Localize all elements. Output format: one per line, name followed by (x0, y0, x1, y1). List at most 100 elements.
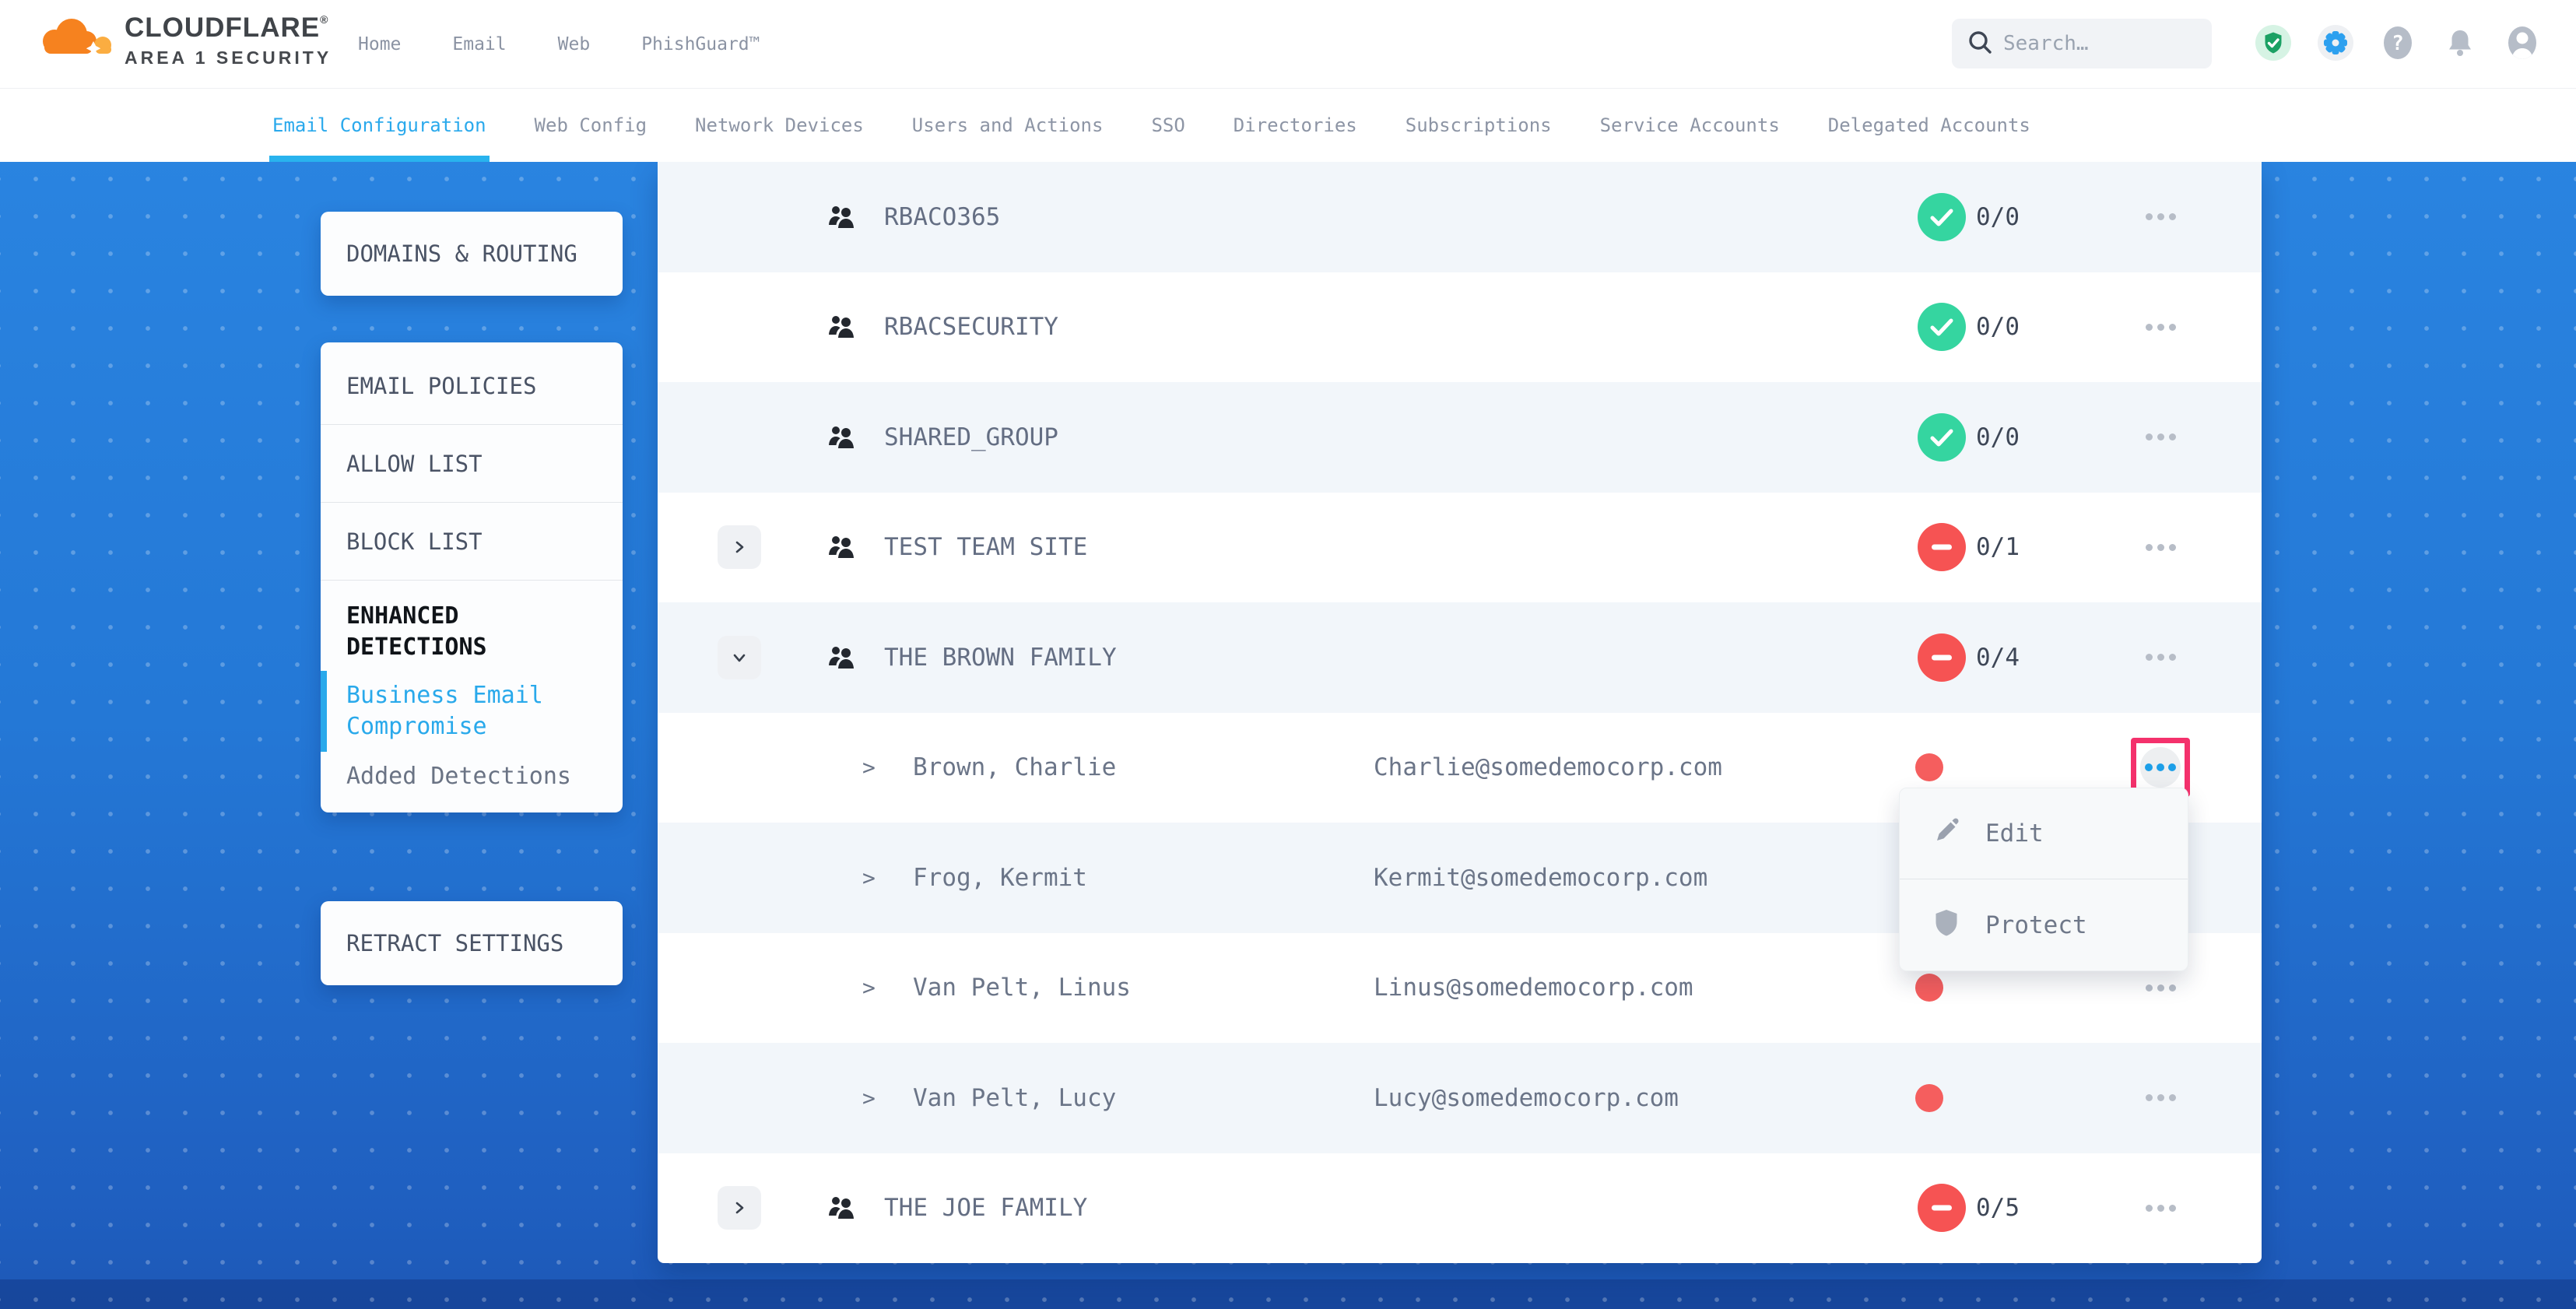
row-actions-button[interactable] (2140, 637, 2181, 678)
groups-table: RBACO365 0/0 RBACSECURITY 0/0 SH (658, 162, 2262, 1263)
group-name: SHARED_GROUP (884, 423, 1058, 451)
member-caret: > (862, 1085, 876, 1111)
row-actions-button[interactable] (2140, 307, 2181, 347)
protected-count: 0/0 (1976, 423, 2020, 451)
group-people-icon (828, 645, 856, 670)
app-header: CLOUDFLARE® AREA 1 SECURITY Home Email W… (0, 0, 2576, 89)
sidebar-item-business-email-compromise[interactable]: Business Email Compromise (321, 671, 623, 752)
tab-web-config[interactable]: Web Config (535, 89, 648, 162)
sidebar-item-retract-settings[interactable]: RETRACT SETTINGS (346, 930, 563, 956)
table-row-group[interactable]: RBACSECURITY 0/0 (658, 272, 2262, 383)
status-protected-icon (1918, 413, 1966, 461)
group-people-icon (828, 1195, 856, 1220)
notifications-bell-icon[interactable] (2442, 25, 2478, 61)
protected-count: 0/0 (1976, 203, 2020, 231)
status-unprotected-icon (1918, 633, 1966, 682)
sidebar-section-enhanced-detections: ENHANCED DETECTIONS (321, 581, 623, 671)
group-name: RBACSECURITY (884, 313, 1058, 341)
collapse-group-button[interactable] (718, 636, 761, 679)
group-people-icon (828, 535, 856, 560)
member-name: Frog, Kermit (913, 864, 1087, 892)
brand-name: CLOUDFLARE (125, 12, 320, 44)
table-row-group[interactable]: TEST TEAM SITE 0/1 (658, 493, 2262, 603)
member-caret: > (862, 975, 876, 1001)
tab-users-and-actions[interactable]: Users and Actions (912, 89, 1104, 162)
member-email: Kermit@somedemocorp.com (1374, 864, 1707, 892)
nav-item-email[interactable]: Email (452, 34, 506, 54)
row-actions-button[interactable] (2140, 967, 2181, 1008)
cloudflare-logo[interactable]: CLOUDFLARE® AREA 1 SECURITY (31, 12, 332, 69)
row-actions-button[interactable] (2140, 527, 2181, 567)
member-name: Van Pelt, Lucy (913, 1084, 1116, 1112)
search-icon (1964, 26, 1995, 61)
member-caret: > (862, 755, 876, 781)
primary-nav: Home Email Web PhishGuard™ (358, 0, 760, 89)
member-name: Van Pelt, Linus (913, 974, 1131, 1002)
unprotected-dot (1915, 753, 1943, 781)
tab-directories[interactable]: Directories (1234, 89, 1357, 162)
sidebar-item-allow-list[interactable]: ALLOW LIST (321, 425, 623, 503)
sidebar-card-domains-routing[interactable]: DOMAINS & ROUTING (321, 212, 623, 296)
group-people-icon (828, 425, 856, 450)
section-nav: Email Configuration Web Config Network D… (0, 89, 2576, 162)
menu-item-edit[interactable]: Edit (1900, 788, 2188, 879)
section-tabs: Email Configuration Web Config Network D… (272, 89, 2030, 162)
help-icon[interactable]: ? (2380, 25, 2416, 61)
tab-email-configuration[interactable]: Email Configuration (272, 89, 486, 162)
sidebar-item-block-list[interactable]: BLOCK LIST (321, 503, 623, 581)
pencil-icon (1931, 815, 1962, 852)
sidebar-card-retract-settings[interactable]: RETRACT SETTINGS (321, 901, 623, 985)
row-actions-button[interactable] (2140, 1078, 2181, 1118)
row-actions-button[interactable] (2140, 197, 2181, 237)
table-row-group[interactable]: RBACO365 0/0 (658, 162, 2262, 272)
expand-group-button[interactable] (718, 1186, 761, 1230)
table-row-group[interactable]: THE BROWN FAMILY 0/4 (658, 602, 2262, 713)
sidebar-item-domains-routing[interactable]: DOMAINS & ROUTING (346, 240, 577, 267)
table-row-member[interactable]: > Van Pelt, Lucy Lucy@somedemocorp.com (658, 1043, 2262, 1153)
status-protected-icon (1918, 303, 1966, 351)
footer-band (0, 1279, 2576, 1309)
security-status-shield-icon[interactable] (2255, 25, 2291, 61)
tab-network-devices[interactable]: Network Devices (695, 89, 864, 162)
tab-subscriptions[interactable]: Subscriptions (1406, 89, 1552, 162)
nav-item-home[interactable]: Home (358, 34, 401, 54)
row-actions-button[interactable] (2140, 417, 2181, 458)
menu-item-label: Protect (1985, 911, 2087, 939)
header-icon-group: ? (2255, 25, 2540, 61)
nav-item-phishguard[interactable]: PhishGuard™ (641, 34, 760, 54)
sidebar-card-email-policies: EMAIL POLICIES ALLOW LIST BLOCK LIST ENH… (321, 342, 623, 812)
protected-count: 0/4 (1976, 644, 2020, 672)
settings-gear-icon[interactable] (2318, 25, 2353, 61)
expand-group-button[interactable] (718, 525, 761, 569)
svg-text:?: ? (2392, 32, 2404, 55)
brand-subtitle: AREA 1 SECURITY (125, 46, 332, 69)
table-row-group[interactable]: SHARED_GROUP 0/0 (658, 382, 2262, 493)
group-name: THE JOE FAMILY (884, 1194, 1087, 1222)
row-actions-button[interactable] (2140, 1188, 2181, 1228)
menu-item-protect[interactable]: Protect (1900, 879, 2188, 970)
table-row-group[interactable]: THE JOE FAMILY 0/5 (658, 1153, 2262, 1264)
shield-icon (1931, 907, 1962, 944)
search-box[interactable] (1952, 19, 2212, 68)
group-name: RBACO365 (884, 203, 1000, 231)
tab-delegated-accounts[interactable]: Delegated Accounts (1828, 89, 2030, 162)
account-avatar-icon[interactable] (2504, 25, 2540, 61)
status-protected-icon (1918, 193, 1966, 241)
nav-item-web[interactable]: Web (558, 34, 591, 54)
logo-text: CLOUDFLARE® AREA 1 SECURITY (125, 12, 332, 69)
row-actions-context-menu: Edit Protect (1899, 788, 2188, 971)
tab-sso[interactable]: SSO (1151, 89, 1184, 162)
sidebar-item-email-policies[interactable]: EMAIL POLICIES (321, 347, 623, 425)
group-people-icon (828, 205, 856, 230)
unprotected-dot (1915, 1084, 1943, 1112)
search-input[interactable] (2003, 32, 2190, 55)
unprotected-dot (1915, 974, 1943, 1002)
group-name: TEST TEAM SITE (884, 533, 1087, 561)
sidebar-item-added-detections[interactable]: Added Detections (321, 752, 623, 802)
protected-count: 0/1 (1976, 533, 2020, 561)
member-email: Lucy@somedemocorp.com (1374, 1084, 1679, 1112)
brand-registered-mark: ® (320, 14, 328, 44)
member-name: Brown, Charlie (913, 753, 1116, 781)
tab-service-accounts[interactable]: Service Accounts (1600, 89, 1780, 162)
row-actions-button-active[interactable] (2140, 747, 2181, 788)
